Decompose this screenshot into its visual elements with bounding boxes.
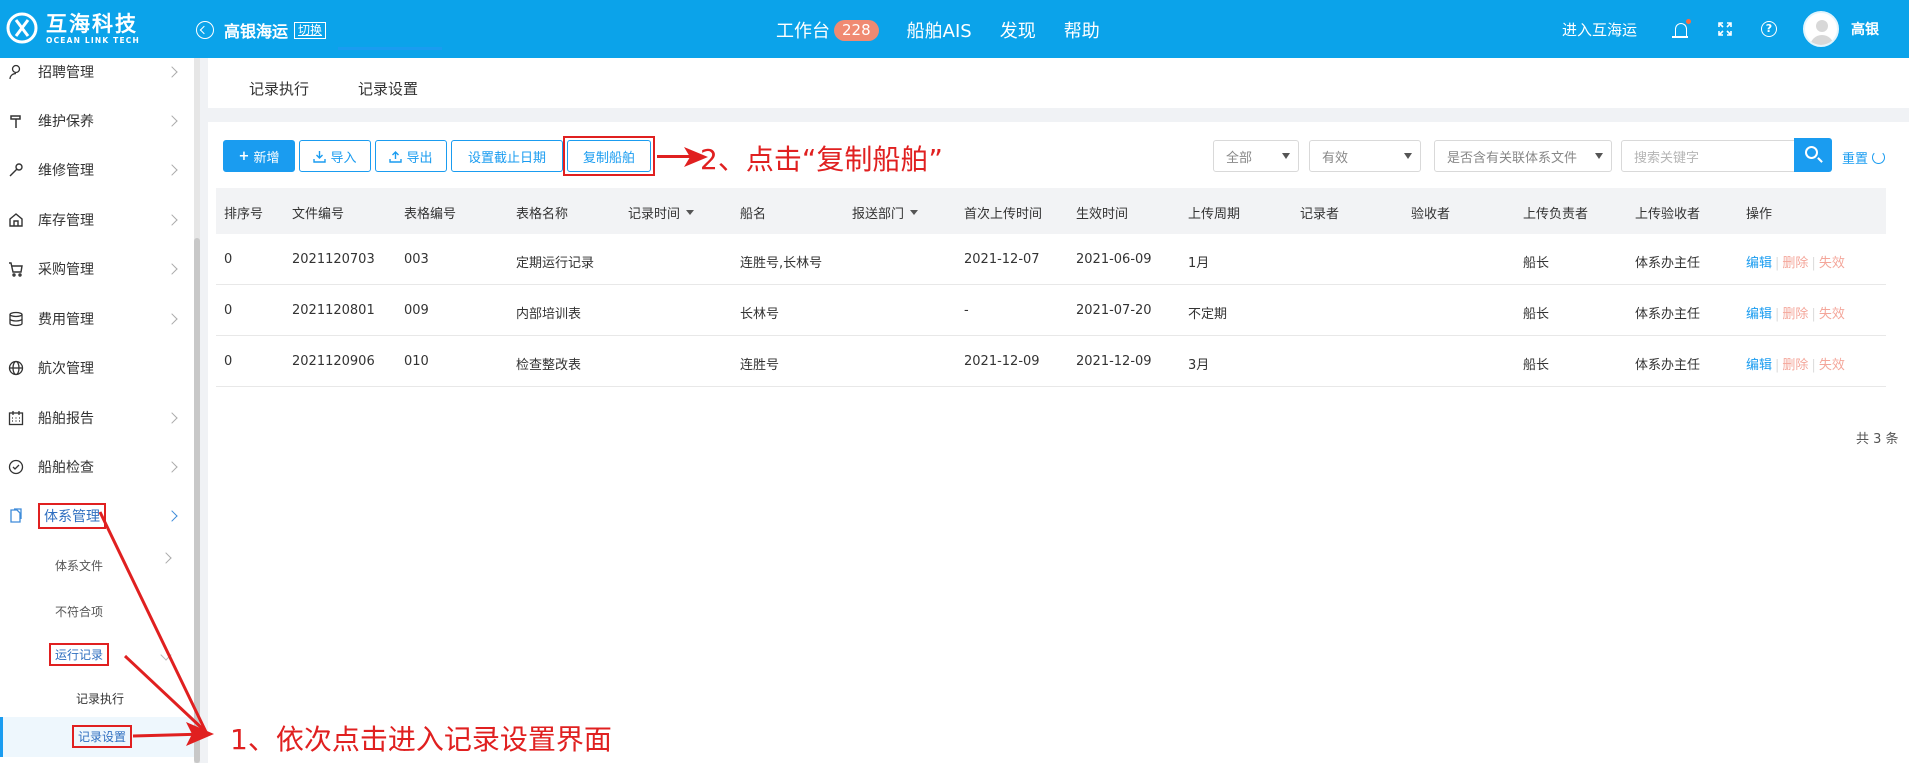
annotation-step1: 1、依次点击进入记录设置界面 (230, 723, 612, 756)
annotation-arrows-step1 (98, 511, 214, 746)
